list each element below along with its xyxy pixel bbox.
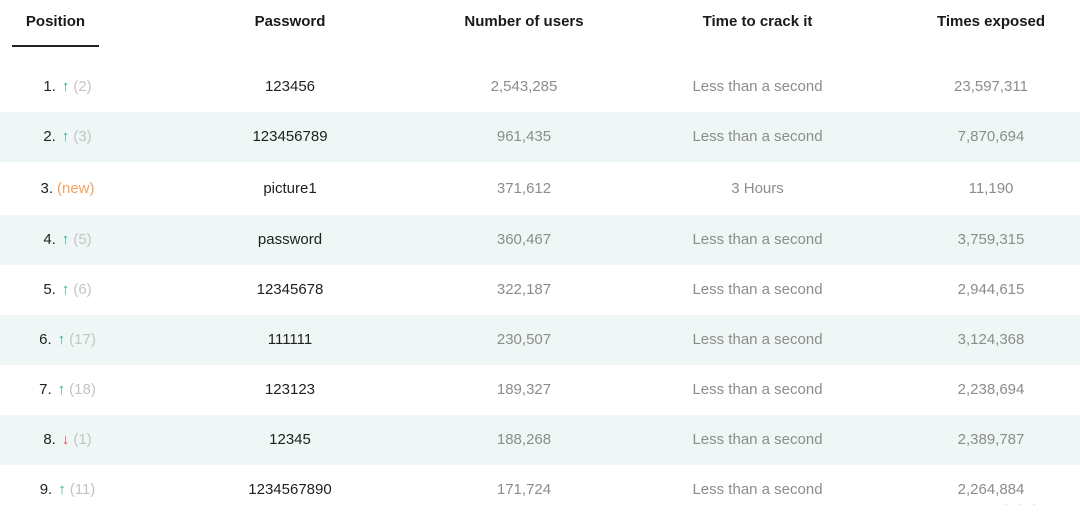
users-cell: 322,187 xyxy=(496,281,552,298)
header-times-exposed[interactable]: Times exposed xyxy=(875,13,1080,30)
position-cell: 2. ↑ (3) xyxy=(0,112,135,162)
table-row: 9. ↑ (11) 1234567890 171,724 Less than a seco… xyxy=(0,465,1080,515)
password-cell: password xyxy=(257,231,323,248)
new-badge: (new) xyxy=(57,180,95,197)
table-row: 6. ↑ (17) 111111 230,507 Less than a second 3,… xyxy=(0,315,1080,365)
table-row: 4. ↑ (5) password 360,467 Less than a second 3… xyxy=(0,215,1080,265)
table-row: 5. ↑ (6) 12345678 322,187 Less than a second 2… xyxy=(0,265,1080,315)
position-cell: 7. ↑ (18) xyxy=(0,365,135,415)
header-time-to-crack[interactable]: Time to crack it xyxy=(640,13,875,30)
position-cell: 9. ↑ (11) xyxy=(0,465,135,515)
password-cell: 123123 xyxy=(264,381,316,398)
table-row: 1. ↑ (2) 123456 2,543,285 Less than a second 2… xyxy=(0,62,1080,112)
exposed-cell: 2,944,615 xyxy=(957,281,1025,298)
password-cell: 123456 xyxy=(264,78,316,95)
previous-position: (3) xyxy=(73,128,92,145)
previous-position: (17) xyxy=(69,331,96,348)
previous-position: (2) xyxy=(73,78,92,95)
header-password[interactable]: Password xyxy=(175,13,405,30)
exposed-cell: 2,238,694 xyxy=(957,381,1025,398)
users-cell: 189,327 xyxy=(496,381,552,398)
password-cell: 1234567890 xyxy=(248,481,332,498)
position-number: 1. xyxy=(43,78,56,95)
password-cell: 12345678 xyxy=(256,281,324,298)
users-cell: 230,507 xyxy=(496,331,552,348)
position-cell: 6. ↑ (17) xyxy=(0,315,135,365)
position-number: 9. xyxy=(39,481,53,498)
position-cell: 5. ↑ (6) xyxy=(0,265,135,315)
position-number: 2. xyxy=(43,128,56,145)
arrow-down-icon: ↓ xyxy=(61,431,70,448)
previous-position: (5) xyxy=(73,231,92,248)
password-cell: picture1 xyxy=(263,180,317,197)
position-number: 4. xyxy=(43,231,56,248)
table-body: 1. ↑ (2) 123456 2,543,285 Less than a second 2… xyxy=(0,62,1080,515)
arrow-up-icon: ↑ xyxy=(58,481,66,498)
previous-position: (1) xyxy=(73,431,92,448)
table-header: Position Password Number of users Time t… xyxy=(0,0,1080,62)
users-cell: 2,543,285 xyxy=(490,78,558,95)
position-cell: 3. (new) xyxy=(0,162,135,215)
crack-time-cell: Less than a second xyxy=(692,78,823,95)
table-row: 8. ↓ (1) 12345 188,268 Less than a second 2,38… xyxy=(0,415,1080,465)
header-position[interactable]: Position xyxy=(12,13,99,47)
exposed-cell: 3,759,315 xyxy=(957,231,1025,248)
exposed-cell: 3,124,368 xyxy=(957,331,1025,348)
arrow-up-icon: ↑ xyxy=(61,78,70,95)
password-ranking-table: Position Password Number of users Time t… xyxy=(0,0,1080,515)
arrow-up-icon: ↑ xyxy=(57,331,66,348)
arrow-up-icon: ↑ xyxy=(57,381,66,398)
position-cell: 1. ↑ (2) xyxy=(0,62,135,112)
users-cell: 171,724 xyxy=(496,481,552,498)
arrow-up-icon: ↑ xyxy=(61,128,70,145)
position-number: 8. xyxy=(43,431,56,448)
arrow-up-icon: ↑ xyxy=(61,281,70,298)
crack-time-cell: Less than a second xyxy=(692,281,823,298)
previous-position: (6) xyxy=(73,281,92,298)
users-cell: 371,612 xyxy=(496,180,552,197)
crack-time-cell: Less than a second xyxy=(692,231,823,248)
previous-position: (18) xyxy=(69,381,96,398)
table-row: 7. ↑ (18) 123123 189,327 Less than a second 2,… xyxy=(0,365,1080,415)
arrow-up-icon: ↑ xyxy=(61,231,70,248)
position-number: 6. xyxy=(39,331,52,348)
previous-position: (11) xyxy=(69,481,96,498)
password-cell: 12345 xyxy=(269,431,311,448)
header-number-of-users[interactable]: Number of users xyxy=(410,13,638,30)
password-cell: 123456789 xyxy=(252,128,328,145)
crack-time-cell: Less than a second xyxy=(692,431,823,448)
crack-time-cell: 3 Hours xyxy=(731,180,784,197)
users-cell: 360,467 xyxy=(496,231,552,248)
crack-time-cell: Less than a second xyxy=(692,381,823,398)
crack-time-cell: Less than a second xyxy=(692,481,823,498)
position-cell: 4. ↑ (5) xyxy=(0,215,135,265)
position-number: 5. xyxy=(43,281,56,298)
watermark-decoration: · · · xyxy=(1004,499,1040,510)
position-number: 7. xyxy=(39,381,52,398)
table-row: 2. ↑ (3) 123456789 961,435 Less than a second… xyxy=(0,112,1080,162)
exposed-cell: 7,870,694 xyxy=(957,128,1025,145)
crack-time-cell: Less than a second xyxy=(692,128,823,145)
crack-time-cell: Less than a second xyxy=(692,331,823,348)
position-cell: 8. ↓ (1) xyxy=(0,415,135,465)
table-row: 3. (new) picture1 371,612 3 Hours 11,190 xyxy=(0,162,1080,215)
exposed-cell: 23,597,311 xyxy=(954,78,1028,95)
users-cell: 961,435 xyxy=(496,128,552,145)
position-number: 3. xyxy=(40,180,53,197)
exposed-cell: 2,389,787 xyxy=(957,431,1025,448)
exposed-cell: 11,190 xyxy=(968,180,1014,197)
password-cell: 111111 xyxy=(267,331,313,348)
users-cell: 188,268 xyxy=(496,431,552,448)
exposed-cell: 2,264,884 xyxy=(957,481,1025,498)
